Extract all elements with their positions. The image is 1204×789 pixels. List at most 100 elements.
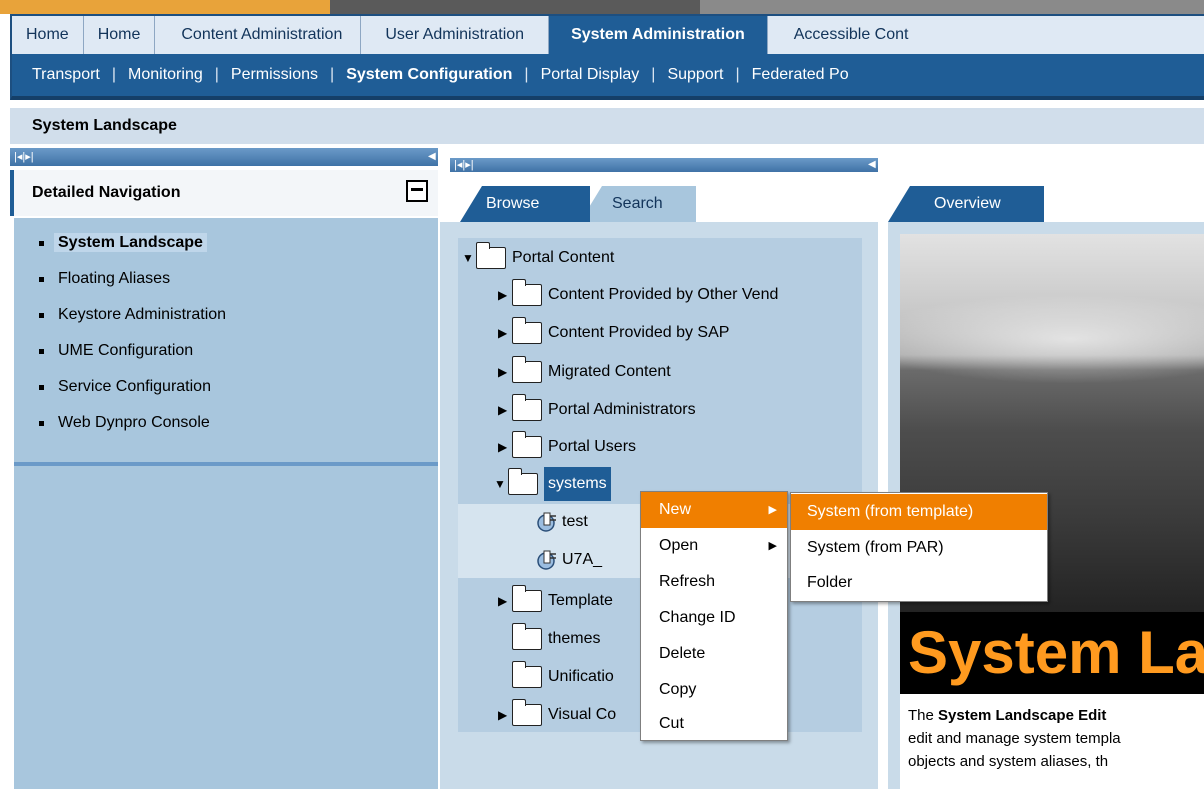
- tree-node-systems[interactable]: ▼ systems: [494, 467, 611, 501]
- menu-item-cut[interactable]: Cut: [641, 706, 787, 742]
- tree-node-visual-composer[interactable]: ▶ Visual Co: [498, 698, 616, 732]
- tree-node-label: Migrated Content: [548, 363, 671, 380]
- tab-search[interactable]: Search: [580, 186, 696, 222]
- pager-left-icon[interactable]: |◂|▸|: [14, 149, 34, 165]
- left-panel-splitter[interactable]: |◂|▸| ◀: [10, 148, 438, 166]
- nav-item-floating-aliases[interactable]: Floating Aliases: [14, 266, 438, 302]
- tree-node-portal-users[interactable]: ▶ Portal Users: [498, 430, 636, 464]
- nav-item-ume-configuration[interactable]: UME Configuration: [14, 338, 438, 374]
- folder-icon: [511, 317, 542, 344]
- nav-item-web-dynpro-console[interactable]: Web Dynpro Console: [14, 410, 438, 446]
- nav-item-label: Floating Aliases: [58, 270, 171, 287]
- tree-node-label: Portal Users: [548, 438, 637, 455]
- nav-item-label: System Landscape: [54, 233, 207, 252]
- folder-icon: [507, 468, 538, 495]
- subnav-separator: |: [524, 66, 529, 83]
- collapsed-arrow-icon[interactable]: ▶: [498, 393, 512, 427]
- tree-node-label: Portal Administrators: [548, 401, 696, 418]
- tree-node-label: Unificatio: [548, 668, 614, 685]
- minimize-icon[interactable]: [406, 180, 428, 202]
- tree-node-label: test: [562, 513, 588, 530]
- tree-node-label: Content Provided by SAP: [548, 324, 730, 341]
- subnav-system-configuration[interactable]: System Configuration: [346, 66, 512, 84]
- collapsed-arrow-icon[interactable]: ▶: [498, 698, 512, 732]
- menu-item-system-from-par[interactable]: System (from PAR): [791, 530, 1047, 566]
- tree-node-themes[interactable]: themes: [511, 622, 601, 656]
- nav-item-label: Web Dynpro Console: [58, 414, 210, 431]
- tree-node-label: U7A_: [562, 551, 603, 568]
- collapsed-arrow-icon[interactable]: ▶: [498, 430, 512, 464]
- folder-icon: [511, 699, 542, 726]
- nav-item-label: Service Configuration: [58, 378, 211, 395]
- context-menu: New ▶ Open ▶ Refresh Change ID Delete Copy…: [640, 491, 788, 741]
- subnav-separator: |: [111, 66, 117, 83]
- folder-icon: [511, 279, 542, 306]
- top-level-navigation: Home Home Content Administration User Ad…: [10, 14, 1204, 54]
- detailed-navigation-list: System Landscape Floating Aliases Keysto…: [14, 218, 438, 464]
- menu-item-change-id[interactable]: Change ID: [641, 600, 787, 636]
- tree-node-templates[interactable]: ▶ Template: [498, 584, 613, 618]
- system-icon: [537, 512, 556, 532]
- description-line: objects and system aliases, th: [908, 753, 1109, 770]
- header-banner: [0, 0, 1204, 14]
- tree-node-label: Visual Co: [548, 706, 617, 723]
- folder-icon: [475, 242, 506, 269]
- tree-node-content-sap[interactable]: ▶ Content Provided by SAP: [498, 316, 729, 350]
- subnav-permissions[interactable]: Permissions: [231, 66, 318, 84]
- collapse-arrow-icon[interactable]: ◀: [868, 157, 876, 173]
- tab-home-1[interactable]: Home: [12, 16, 84, 54]
- collapsed-arrow-icon[interactable]: ▶: [498, 278, 512, 312]
- tab-content-administration[interactable]: Content Administration: [155, 16, 362, 54]
- nav-item-label: UME Configuration: [58, 342, 194, 359]
- tab-overview[interactable]: Overview: [888, 186, 1044, 222]
- submenu-arrow-icon: ▶: [768, 540, 777, 552]
- collapsed-arrow-icon[interactable]: ▶: [498, 355, 512, 389]
- tree-node-unification[interactable]: Unificatio: [511, 660, 614, 694]
- collapsed-arrow-icon[interactable]: ▶: [498, 316, 512, 350]
- menu-item-open[interactable]: Open ▶: [641, 528, 787, 564]
- folder-icon: [511, 431, 542, 458]
- tab-accessible-content[interactable]: Accessible Cont: [768, 16, 923, 54]
- tree-node-portal-content[interactable]: ▼ Portal Content: [462, 241, 614, 275]
- tree-node-migrated-content[interactable]: ▶ Migrated Content: [498, 355, 671, 389]
- folder-icon: [511, 394, 542, 421]
- page-title: System Landscape: [10, 108, 1204, 144]
- subnav-separator: |: [214, 66, 219, 83]
- detailed-navigation-header: Detailed Navigation: [10, 170, 438, 216]
- tree-node-label: Template: [548, 592, 613, 609]
- tab-user-administration[interactable]: User Administration: [361, 16, 550, 54]
- subnav-portal-display[interactable]: Portal Display: [541, 66, 640, 84]
- menu-item-new[interactable]: New ▶: [641, 492, 787, 528]
- menu-item-system-from-template[interactable]: System (from template): [791, 494, 1047, 530]
- nav-item-system-landscape[interactable]: System Landscape: [14, 230, 438, 266]
- subnav-support[interactable]: Support: [667, 66, 723, 84]
- menu-item-folder[interactable]: Folder: [791, 565, 1047, 601]
- subnav-transport[interactable]: Transport: [32, 66, 100, 84]
- subnav-federated-portal[interactable]: Federated Po: [752, 66, 849, 84]
- system-icon: [537, 550, 556, 570]
- tree-node-system-test[interactable]: test: [536, 505, 588, 539]
- collapse-arrow-icon[interactable]: ◀: [428, 149, 436, 165]
- expanded-arrow-icon[interactable]: ▼: [494, 467, 508, 501]
- subnav-separator: |: [651, 66, 656, 83]
- tree-node-label: themes: [548, 630, 601, 647]
- description-line: edit and manage system templa: [908, 730, 1121, 747]
- tree-node-system-u7a[interactable]: U7A_: [536, 543, 602, 577]
- tab-system-administration[interactable]: System Administration: [549, 16, 768, 54]
- nav-item-service-configuration[interactable]: Service Configuration: [14, 374, 438, 410]
- menu-item-copy[interactable]: Copy: [641, 672, 787, 708]
- menu-item-delete[interactable]: Delete: [641, 636, 787, 672]
- expanded-arrow-icon[interactable]: ▼: [462, 241, 476, 275]
- browse-search-tabs: Search Browse: [440, 186, 878, 222]
- subnav-monitoring[interactable]: Monitoring: [128, 66, 203, 84]
- middle-panel-splitter[interactable]: |◂|▸| ◀: [450, 158, 878, 172]
- tab-browse[interactable]: Browse: [460, 186, 590, 222]
- pager-middle-icon[interactable]: |◂|▸|: [454, 157, 474, 173]
- collapsed-arrow-icon[interactable]: ▶: [498, 584, 512, 618]
- tree-node-content-other-vendors[interactable]: ▶ Content Provided by Other Vend: [498, 278, 778, 312]
- tab-home-2[interactable]: Home: [84, 16, 156, 54]
- menu-item-refresh[interactable]: Refresh: [641, 564, 787, 600]
- tree-node-portal-administrators[interactable]: ▶ Portal Administrators: [498, 393, 696, 427]
- nav-item-keystore-administration[interactable]: Keystore Administration: [14, 302, 438, 338]
- folder-icon: [511, 585, 542, 612]
